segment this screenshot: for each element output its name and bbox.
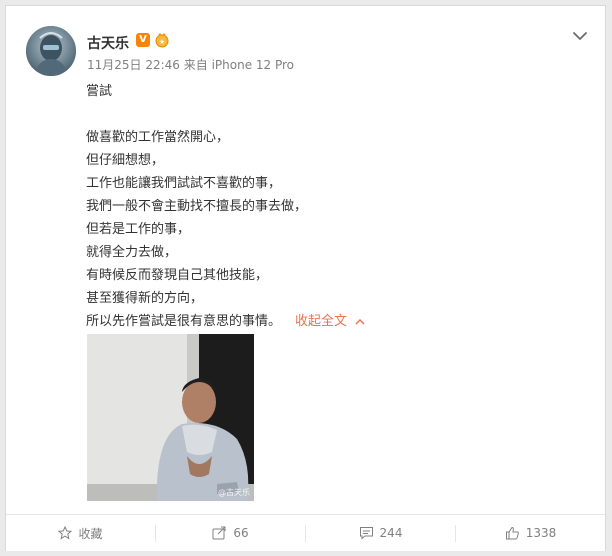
post-line: 甚至獲得新的方向， [86,291,204,306]
post-image[interactable]: @古天乐 [87,334,254,501]
like-button[interactable]: 1338 [456,515,605,551]
repost-icon [212,526,226,540]
chevron-up-icon [355,318,365,325]
thumbs-up-icon [505,526,519,540]
post-source: 来自 iPhone 12 Pro [183,58,295,72]
post-timestamp[interactable]: 11月25日 22:46 [87,58,180,72]
action-bar: 收藏 66 244 1338 [6,514,605,551]
verified-badge[interactable]: V [136,33,150,47]
collapse-label: 收起全文 [295,314,348,329]
post-line: 所以先作嘗試是很有意思的事情。 [86,314,282,329]
post-line: 但仔細想想， [86,153,165,168]
gold-medal-icon[interactable]: ★ [154,32,170,48]
repost-count: 66 [233,526,249,540]
favorite-label: 收藏 [78,526,103,541]
post-photo [87,334,254,501]
post-line: 工作也能讓我們試試不喜歡的事， [86,176,282,191]
collapse-full-text-link[interactable]: 收起全文 [295,310,365,333]
post-meta: 11月25日 22:46 来自 iPhone 12 Pro [87,56,294,73]
post-line: 做喜歡的工作當然開心， [86,130,230,145]
post-line: 我們一般不會主動找不擅長的事去做， [86,199,308,214]
repost-button[interactable]: 66 [156,515,305,551]
post-menu-button[interactable] [571,28,589,42]
image-watermark: @古天乐 [218,488,250,497]
comment-count: 244 [379,526,403,540]
chevron-down-icon [573,32,587,41]
avatar[interactable] [26,26,76,76]
comment-button[interactable]: 244 [306,515,455,551]
like-count: 1338 [525,526,557,540]
username[interactable]: 古天乐 [87,33,129,53]
comment-icon [359,527,373,540]
weibo-post-card: 古天乐 V ★ 11月25日 22:46 来自 iPhone 12 Pro 嘗試… [5,5,606,551]
post-line: 有時候反而發現自己其他技能， [86,268,269,283]
svg-text:★: ★ [159,38,165,46]
post-content: 嘗試 做喜歡的工作當然開心， 但仔細想想， 工作也能讓我們試試不喜歡的事， 我們… [86,80,566,333]
star-icon [58,526,73,540]
post-title: 嘗試 [86,84,113,99]
post-line: 就得全力去做， [86,245,178,260]
avatar-image [26,26,76,76]
post-line: 但若是工作的事， [86,222,191,237]
post-line-last: 所以先作嘗試是很有意思的事情。 收起全文 [86,310,566,333]
favorite-button[interactable]: 收藏 [6,515,155,551]
